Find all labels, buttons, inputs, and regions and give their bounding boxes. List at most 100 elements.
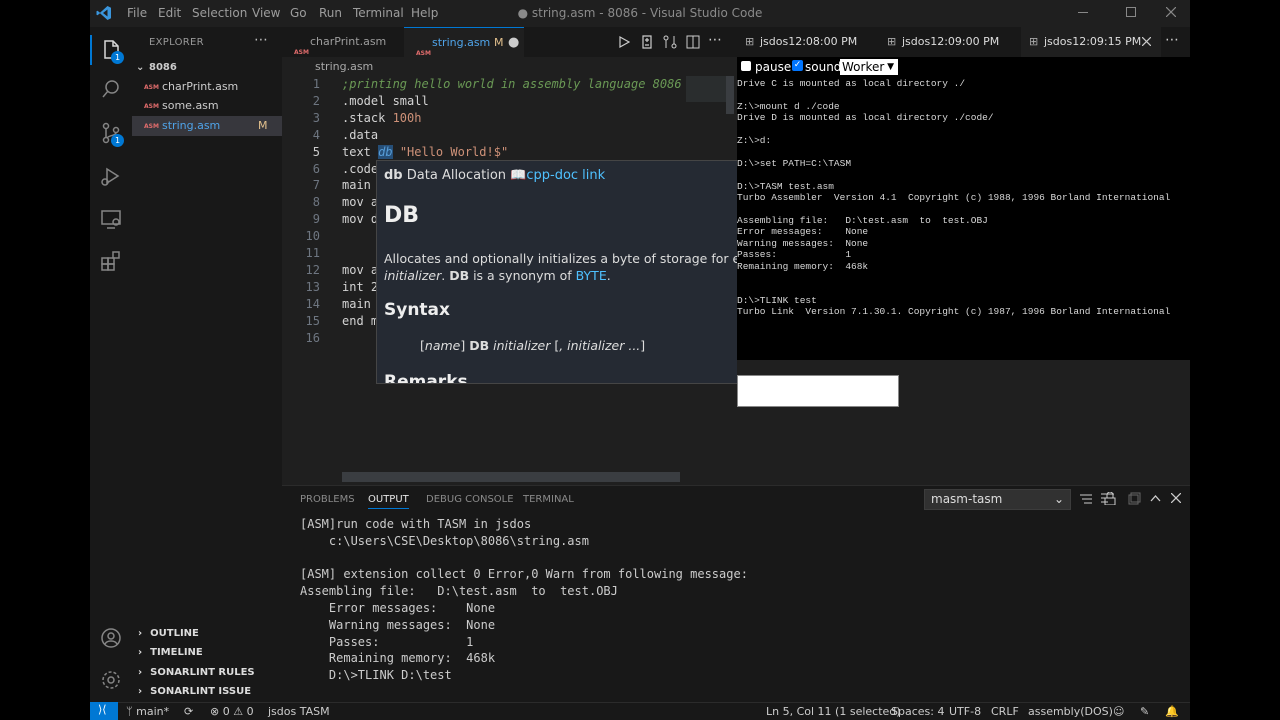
close-tab-icon[interactable]	[1142, 37, 1151, 46]
search-icon[interactable]	[99, 77, 123, 101]
hover-kind: Data Allocation	[406, 168, 507, 183]
file-name: charPrint.asm	[162, 80, 239, 93]
tab-string[interactable]: ASM string.asm M ●	[404, 27, 524, 57]
remote-explorer-icon[interactable]	[99, 207, 123, 231]
doc-link[interactable]: cpp-doc link	[526, 168, 605, 183]
more-actions-icon[interactable]: ⋯	[708, 32, 722, 48]
section-sonarlint-issues[interactable]: ›SONARLINT ISSUE LOCATI...	[132, 682, 282, 717]
more-actions-icon[interactable]: ⋯	[254, 32, 268, 48]
line-number: 6	[312, 161, 320, 176]
byte-link[interactable]: BYTE	[576, 268, 607, 283]
modified-badge: M	[258, 119, 268, 132]
encoding[interactable]: UTF-8	[949, 705, 981, 718]
more-actions-icon[interactable]: ⋯	[1165, 32, 1179, 48]
language-mode[interactable]: assembly(DOS)	[1028, 705, 1113, 718]
close-window-icon[interactable]	[1166, 7, 1176, 17]
remarks-heading: Remarks	[384, 372, 468, 384]
line-text: .stack 100h	[342, 110, 422, 125]
git-branch-icon: ᛘ	[126, 705, 133, 718]
section-outline[interactable]: › OUTLINE	[132, 624, 282, 644]
pause-checkbox[interactable]	[741, 61, 751, 71]
copilot-icon[interactable]: ☺	[1113, 705, 1124, 718]
output-channel-select[interactable]: masm-tasm ⌄	[924, 489, 1071, 510]
line-text: mov a	[342, 195, 379, 210]
file-name: some.asm	[162, 99, 219, 112]
editor-tab-bar: ASM charPrint.asm ASM string.asm M ● ⋯	[282, 27, 737, 57]
hover-header: db Data Allocation 📖cpp-doc link	[384, 168, 605, 183]
folder-8086[interactable]: ⌄ 8086	[132, 58, 282, 78]
sound-checkbox-checked[interactable]: ✓	[792, 60, 803, 71]
jsdos-input-area	[737, 360, 1190, 485]
extensions-icon[interactable]	[99, 249, 123, 273]
file-item-some[interactable]: ASM some.asm	[132, 96, 282, 116]
window-title: ● string.asm - 8086 - Visual Studio Code	[517, 6, 763, 20]
problems-indicator[interactable]: ⊗ 0 ⚠ 0	[210, 705, 254, 718]
unsaved-dot-icon[interactable]: ●	[508, 28, 519, 58]
tab-debug-console[interactable]: DEBUG CONSOLE	[426, 494, 514, 505]
dos-screen[interactable]: Drive C is mounted as local directory ./…	[737, 78, 1190, 360]
jsdos-tab-bar: ⊞ jsdos12:08:00 PM ⊞ jsdos12:09:00 PM ⊞ …	[737, 27, 1190, 57]
line-text: .code	[342, 161, 379, 176]
lock-icon[interactable]	[1104, 492, 1116, 505]
jsdos-textarea[interactable]	[737, 375, 899, 407]
tab-problems[interactable]: PROBLEMS	[300, 494, 355, 505]
cursor-position[interactable]: Ln 5, Col 11 (1 selected)	[766, 705, 901, 718]
feedback-icon[interactable]: ✎	[1140, 705, 1149, 718]
line-text: end m	[342, 313, 379, 328]
horizontal-scrollbar[interactable]	[342, 472, 680, 482]
line-ending[interactable]: CRLF	[991, 705, 1019, 718]
account-icon[interactable]	[99, 626, 123, 650]
minimize-icon[interactable]	[1078, 12, 1088, 13]
file-item-charprint[interactable]: ASM charPrint.asm	[132, 77, 282, 97]
filter-list-icon[interactable]	[1080, 493, 1092, 505]
line-text: ;printing hello world in assembly langua…	[342, 77, 682, 91]
line-number: 1	[312, 77, 320, 91]
branch-indicator[interactable]: ᛘ main*	[126, 705, 169, 718]
tab-label: string.asm	[432, 36, 491, 49]
line-text: text db "Hello World!$"	[342, 144, 509, 159]
maximize-icon[interactable]	[1126, 7, 1136, 17]
close-panel-icon[interactable]	[1171, 493, 1181, 503]
vertical-scrollbar[interactable]	[726, 76, 734, 114]
tab-label: jsdos12:09:00 PM	[902, 35, 1000, 48]
run-debug-icon[interactable]	[99, 164, 123, 188]
run-icon[interactable]	[618, 36, 630, 48]
tab-charprint[interactable]: ASM charPrint.asm	[282, 27, 402, 57]
section-label: TIMELINE	[150, 647, 203, 658]
tab-jsdos-1[interactable]: ⊞ jsdos12:08:00 PM	[737, 27, 877, 57]
activity-bar: 1 1	[90, 27, 132, 702]
preview-icon: ⊞	[1029, 35, 1039, 48]
split-editor-icon[interactable]	[686, 35, 700, 49]
line-number: 14	[305, 296, 320, 311]
line-text: mov a	[342, 262, 379, 277]
compare-icon[interactable]	[663, 35, 677, 49]
bottom-panel: PROBLEMS OUTPUT DEBUG CONSOLE TERMINAL m…	[282, 485, 1190, 702]
chevron-down-icon: ⌄	[136, 62, 145, 73]
line-text: .data	[342, 127, 379, 142]
open-changes-icon[interactable]	[640, 35, 654, 49]
tab-jsdos-3[interactable]: ⊞ jsdos12:09:15 PM	[1021, 27, 1161, 57]
pause-label: pause	[755, 60, 792, 74]
tab-output[interactable]: OUTPUT	[368, 494, 409, 509]
section-sonarlint-rules[interactable]: › SONARLINT RULES	[132, 663, 282, 683]
line-number: 13	[305, 279, 320, 294]
jsdos-status[interactable]: jsdos TASM	[268, 705, 330, 718]
chevron-down-icon: ▼	[887, 62, 894, 72]
notifications-icon[interactable]: 🔔	[1165, 705, 1179, 718]
section-timeline[interactable]: › TIMELINE	[132, 643, 282, 663]
output-line: Passes: 1	[300, 634, 474, 649]
chevron-up-icon[interactable]	[1150, 493, 1161, 504]
copy-icon[interactable]	[1128, 492, 1141, 505]
sync-icon[interactable]: ⟳	[184, 705, 193, 718]
file-item-string[interactable]: ASM string.asm M	[132, 116, 282, 136]
manage-gear-icon[interactable]	[99, 668, 123, 692]
chevron-down-icon: ⌄	[1053, 492, 1064, 506]
tab-jsdos-2[interactable]: ⊞ jsdos12:09:00 PM	[879, 27, 1019, 57]
indentation[interactable]: Spaces: 4	[891, 705, 944, 718]
tab-terminal[interactable]: TERMINAL	[523, 494, 574, 505]
line-number: 8	[312, 195, 320, 210]
remote-indicator[interactable]: ⟩⟨	[90, 702, 118, 720]
minimap[interactable]	[686, 76, 726, 102]
worker-select[interactable]: Worker ▼	[840, 59, 898, 75]
file-name: string.asm	[162, 119, 221, 132]
